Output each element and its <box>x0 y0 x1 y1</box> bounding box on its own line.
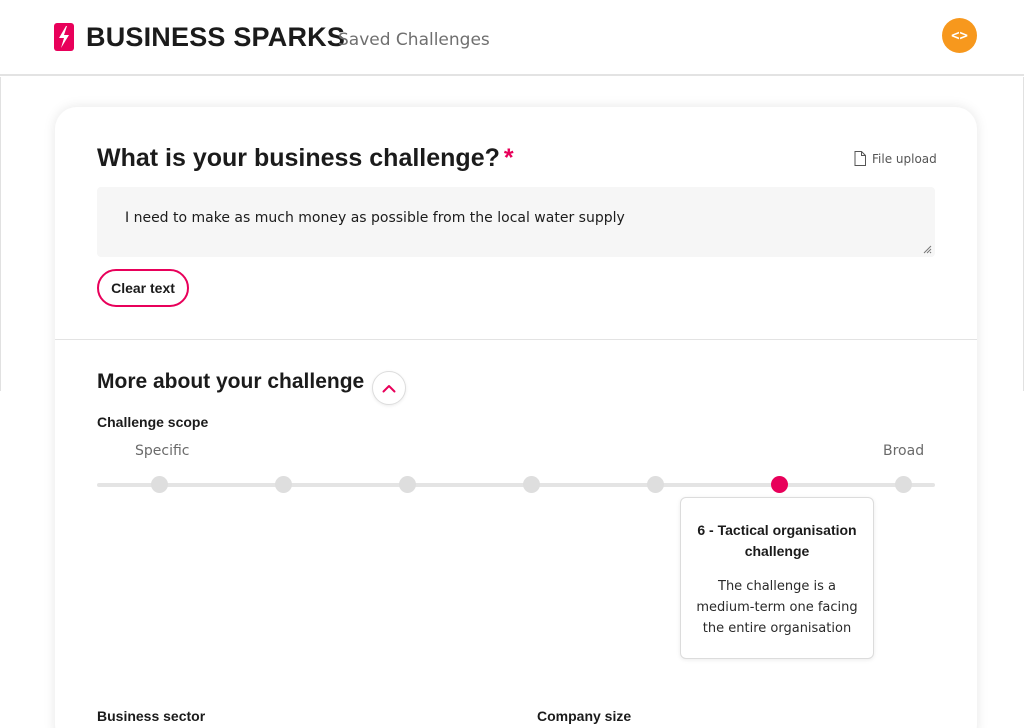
challenge-text-value: I need to make as much money as possible… <box>125 210 625 226</box>
challenge-question-text: What is your business challenge? <box>97 144 500 172</box>
scope-tooltip-description: The challenge is a medium-term one facin… <box>696 579 858 636</box>
code-toggle-button[interactable]: <> <box>942 18 977 53</box>
nav-saved-challenges[interactable]: Saved Challenges <box>338 30 490 50</box>
scope-slider-step[interactable] <box>398 476 416 493</box>
top-header: BUSINESS SPARKS Saved Challenges <> <box>0 0 1024 76</box>
brand-logo[interactable]: BUSINESS SPARKS <box>54 22 345 52</box>
file-icon <box>854 151 866 166</box>
challenge-question-title: What is your business challenge? * <box>97 144 514 173</box>
lightning-logo-icon <box>54 23 74 51</box>
scope-slider-step[interactable] <box>894 476 912 493</box>
scope-tooltip: 6 - Tactical organisation challenge The … <box>680 497 874 659</box>
challenge-card: What is your business challenge? * File u… <box>55 107 977 728</box>
clear-text-button[interactable]: Clear text <box>97 269 189 307</box>
company-size-label: Company size <box>537 708 632 724</box>
challenge-textarea[interactable]: I need to make as much money as possible… <box>97 187 935 257</box>
challenge-scope-label: Challenge scope <box>97 414 209 430</box>
file-upload-button[interactable]: File upload <box>854 151 937 166</box>
brand-name: BUSINESS SPARKS <box>86 21 346 52</box>
scope-slider-track[interactable] <box>97 483 935 487</box>
left-divider <box>0 77 1 391</box>
business-sector-label: Business sector <box>97 708 206 724</box>
scope-min-label: Specific <box>135 443 190 459</box>
more-about-title: More about your challenge <box>97 370 365 393</box>
collapse-section-button[interactable] <box>372 371 406 405</box>
scope-slider-thumb[interactable] <box>770 476 788 493</box>
resize-handle-icon[interactable] <box>922 244 932 254</box>
chevron-up-icon <box>382 384 396 392</box>
section-divider <box>55 339 977 340</box>
scope-slider-step[interactable] <box>150 476 168 493</box>
scope-tooltip-title: 6 - Tactical organisation challenge <box>697 522 857 559</box>
code-icon: <> <box>951 27 968 44</box>
scope-slider-step[interactable] <box>646 476 664 493</box>
required-marker: * <box>503 144 514 172</box>
scope-slider-step[interactable] <box>522 476 540 493</box>
scope-max-label: Broad <box>883 443 925 459</box>
scope-slider-step[interactable] <box>274 476 292 493</box>
file-upload-label: File upload <box>872 151 937 166</box>
